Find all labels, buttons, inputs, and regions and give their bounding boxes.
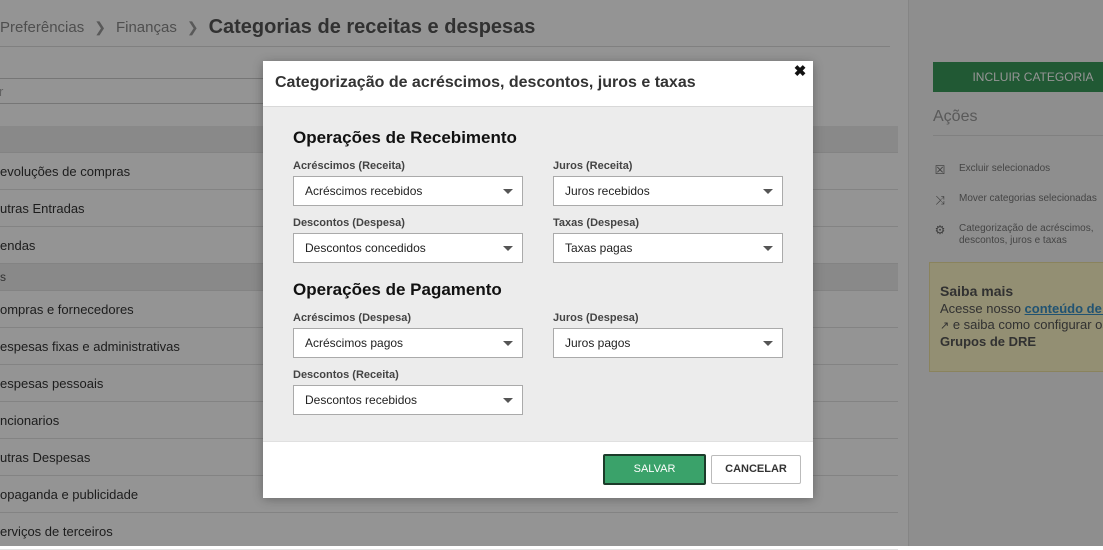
acrescimos-despesa-select[interactable]: Acréscimos pagos [293, 328, 523, 358]
categorization-modal: Categorização de acréscimos, descontos, … [263, 61, 813, 498]
descontos-despesa-select[interactable]: Descontos concedidos [293, 233, 523, 263]
select-value: Descontos recebidos [305, 393, 418, 407]
modal-footer: SALVAR CANCELAR [263, 441, 813, 498]
juros-despesa-select[interactable]: Juros pagos [553, 328, 783, 358]
caret-down-icon [763, 246, 773, 251]
acrescimos-despesa-field: Acréscimos (Despesa) Acréscimos pagos [293, 312, 523, 358]
select-value: Acréscimos recebidos [305, 184, 423, 198]
acrescimos-receita-select[interactable]: Acréscimos recebidos [293, 176, 523, 206]
caret-down-icon [503, 246, 513, 251]
field-label: Descontos (Receita) [293, 369, 399, 381]
taxas-despesa-select[interactable]: Taxas pagas [553, 233, 783, 263]
field-label: Acréscimos (Receita) [293, 160, 405, 172]
field-label: Taxas (Despesa) [553, 217, 640, 229]
select-value: Juros pagos [565, 336, 631, 350]
select-value: Descontos concedidos [305, 241, 426, 255]
close-icon[interactable]: ✖ [793, 64, 807, 80]
field-label: Juros (Despesa) [553, 312, 639, 324]
acrescimos-receita-field: Acréscimos (Receita) Acréscimos recebido… [293, 160, 523, 206]
caret-down-icon [503, 341, 513, 346]
select-value: Juros recebidos [565, 184, 650, 198]
section-title-pagamento: Operações de Pagamento [293, 280, 502, 299]
section-title-recebimento: Operações de Recebimento [293, 128, 517, 147]
field-label: Descontos (Despesa) [293, 217, 405, 229]
caret-down-icon [503, 189, 513, 194]
caret-down-icon [763, 189, 773, 194]
descontos-despesa-field: Descontos (Despesa) Descontos concedidos [293, 217, 523, 263]
cancel-button[interactable]: CANCELAR [711, 455, 801, 484]
juros-receita-field: Juros (Receita) Juros recebidos [553, 160, 783, 206]
taxas-despesa-field: Taxas (Despesa) Taxas pagas [553, 217, 783, 263]
juros-receita-select[interactable]: Juros recebidos [553, 176, 783, 206]
modal-title: Categorização de acréscimos, descontos, … [275, 74, 696, 91]
modal-header: Categorização de acréscimos, descontos, … [263, 61, 813, 107]
save-button[interactable]: SALVAR [603, 454, 706, 485]
field-label: Juros (Receita) [553, 160, 633, 172]
select-value: Taxas pagas [565, 241, 633, 255]
caret-down-icon [763, 341, 773, 346]
field-label: Acréscimos (Despesa) [293, 312, 412, 324]
juros-despesa-field: Juros (Despesa) Juros pagos [553, 312, 783, 358]
caret-down-icon [503, 398, 513, 403]
select-value: Acréscimos pagos [305, 336, 404, 350]
descontos-receita-field: Descontos (Receita) Descontos recebidos [293, 369, 523, 415]
descontos-receita-select[interactable]: Descontos recebidos [293, 385, 523, 415]
